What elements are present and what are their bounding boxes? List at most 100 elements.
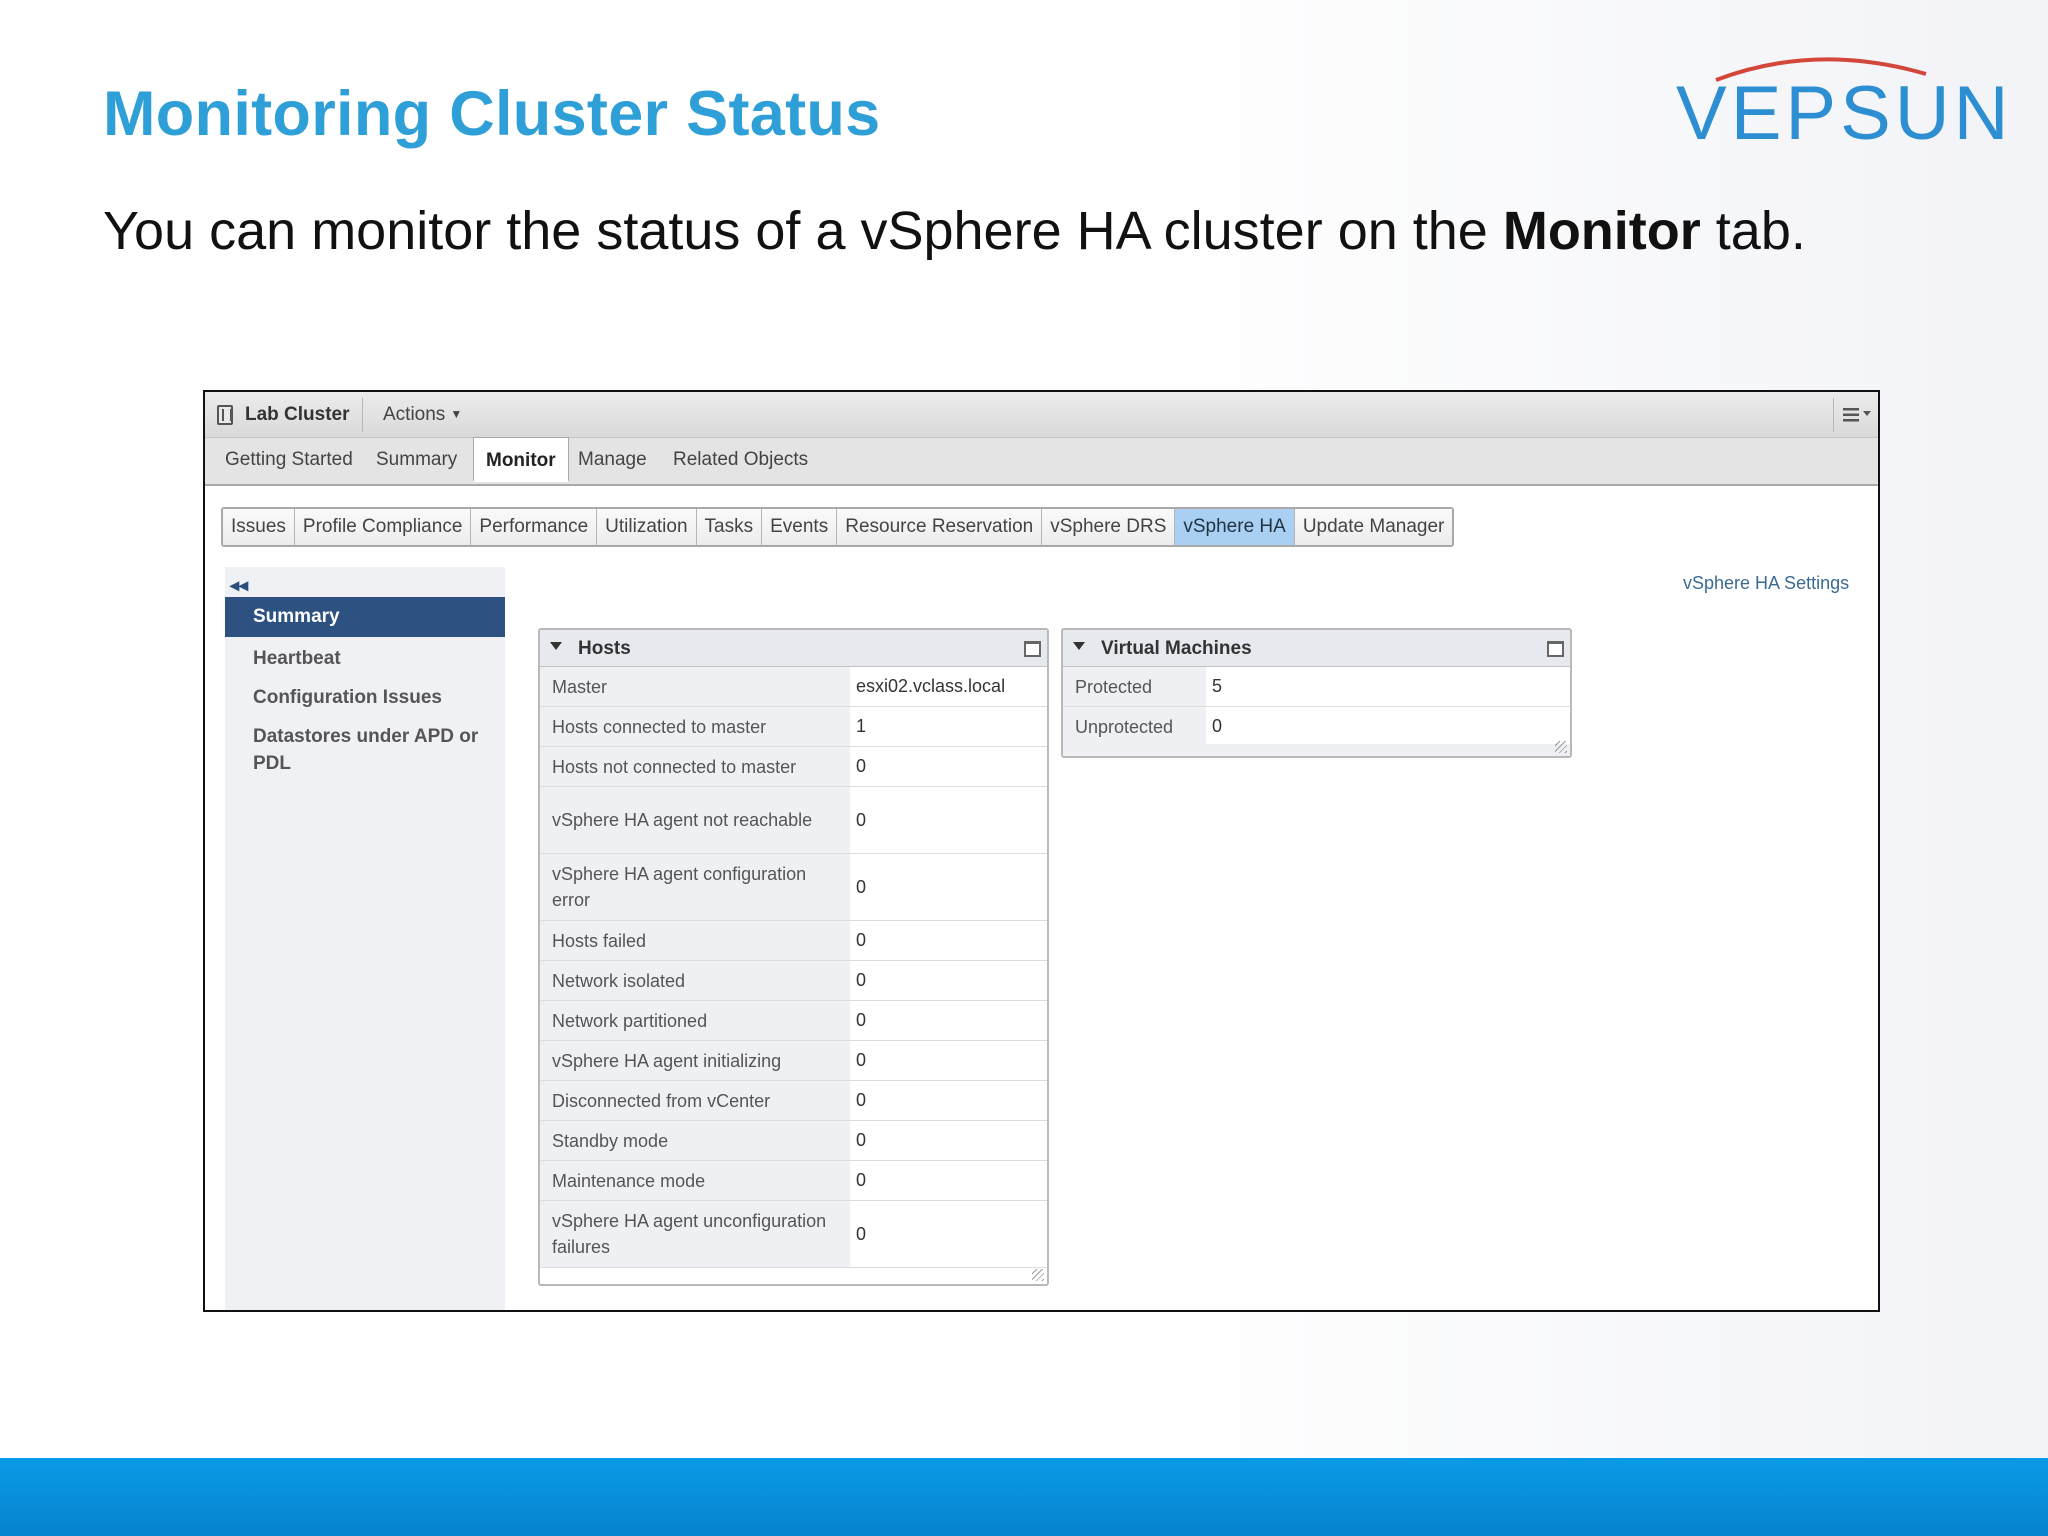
- row-label: vSphere HA agent initializing: [540, 1041, 850, 1080]
- footer-bar: [0, 1458, 2048, 1536]
- slide-title: Monitoring Cluster Status: [103, 79, 881, 149]
- vm-panel-header: Virtual Machines: [1063, 630, 1570, 667]
- hosts-panel: Hosts Master esxi02.vclass.local Hosts con…: [538, 628, 1049, 1286]
- tab-getting-started[interactable]: Getting Started: [225, 438, 353, 482]
- sidebar-item-summary[interactable]: Summary: [225, 597, 505, 637]
- subtitle-text: You can monitor the status of a vSphere …: [103, 201, 1503, 261]
- row-value: 0: [1212, 716, 1223, 736]
- maximize-icon[interactable]: [1024, 641, 1041, 657]
- row-label: vSphere HA agent not reachable: [540, 787, 850, 853]
- panel-footer: [1063, 744, 1570, 756]
- row-value: 0: [856, 756, 867, 776]
- row-label: Network partitioned: [540, 1001, 850, 1040]
- collapse-triangle-icon[interactable]: [1073, 642, 1085, 650]
- row-value: 5: [1212, 676, 1223, 696]
- subtab-profile-compliance[interactable]: Profile Compliance: [294, 509, 472, 545]
- row-label: Maintenance mode: [540, 1161, 850, 1200]
- row-label: Network isolated: [540, 961, 850, 1000]
- row-label: vSphere HA agent configuration error: [540, 854, 850, 920]
- sidebar-item-datastores-apd-pdl[interactable]: Datastores under APD or PDL: [225, 723, 485, 777]
- tab-manage[interactable]: Manage: [578, 438, 647, 482]
- subtab-utilization[interactable]: Utilization: [597, 509, 697, 545]
- row-value: 0: [856, 876, 867, 897]
- subtitle-bold: Monitor: [1502, 201, 1701, 261]
- table-row: vSphere HA agent initializing 0: [540, 1041, 1047, 1081]
- row-value: esxi02.vclass.local: [856, 676, 1006, 696]
- collapse-triangle-icon[interactable]: [550, 642, 562, 650]
- row-label: Unprotected: [1063, 707, 1206, 746]
- table-row: Network partitioned 0: [540, 1001, 1047, 1041]
- row-label: Hosts connected to master: [540, 707, 850, 746]
- vepsun-logo: VEPSUN: [1676, 48, 2009, 156]
- resize-grip-icon[interactable]: [1555, 741, 1567, 753]
- table-row: Hosts failed 0: [540, 921, 1047, 961]
- hosts-panel-header: Hosts: [540, 630, 1047, 667]
- row-value: 1: [856, 716, 867, 736]
- subtab-vsphere-drs[interactable]: vSphere DRS: [1042, 509, 1176, 545]
- cluster-name: Lab Cluster: [245, 404, 350, 425]
- ha-sidebar: ◂◂ Summary Heartbeat Configuration Issue…: [225, 567, 505, 1310]
- actions-menu-button[interactable]: Actions ▼: [383, 404, 462, 426]
- resize-grip-icon[interactable]: [1032, 1269, 1044, 1281]
- subtab-performance[interactable]: Performance: [471, 509, 598, 545]
- tab-summary[interactable]: Summary: [376, 438, 457, 482]
- row-value: 0: [856, 1223, 867, 1244]
- row-label: Master: [540, 667, 850, 706]
- subtab-resource-reservation[interactable]: Resource Reservation: [837, 509, 1043, 545]
- vsphere-screenshot: Lab Cluster Actions ▼ Getting Started Sum…: [203, 390, 1880, 1312]
- slide-subtitle: You can monitor the status of a vSphere …: [103, 200, 1806, 262]
- table-row: Network isolated 0: [540, 961, 1047, 1001]
- row-value: 0: [856, 1090, 867, 1110]
- list-menu-icon[interactable]: [1841, 406, 1873, 424]
- table-row: Hosts connected to master 1: [540, 707, 1047, 747]
- row-label: Standby mode: [540, 1121, 850, 1160]
- vm-panel-title: Virtual Machines: [1101, 638, 1252, 659]
- subtab-issues[interactable]: Issues: [223, 509, 295, 545]
- row-label: vSphere HA agent unconfiguration failure…: [540, 1201, 850, 1267]
- subtab-vsphere-ha[interactable]: vSphere HA: [1175, 509, 1295, 545]
- subtab-events[interactable]: Events: [762, 509, 838, 545]
- row-value: 0: [856, 930, 867, 950]
- row-label: Hosts failed: [540, 921, 850, 960]
- collapse-icon[interactable]: ◂◂: [230, 575, 248, 596]
- header-divider: [362, 398, 363, 432]
- subtab-tasks[interactable]: Tasks: [696, 509, 763, 545]
- row-value: 0: [856, 809, 867, 830]
- caret-down-icon: ▼: [450, 407, 463, 421]
- tab-monitor[interactable]: Monitor: [473, 437, 569, 482]
- actions-label: Actions: [383, 404, 446, 425]
- logo-text: VEPSUN: [1676, 71, 2013, 156]
- table-row: Master esxi02.vclass.local: [540, 667, 1047, 707]
- table-row: Protected 5: [1063, 667, 1570, 707]
- table-row: vSphere HA agent not reachable 0: [540, 787, 1047, 854]
- hosts-panel-title: Hosts: [578, 638, 631, 659]
- subtitle-text-end: tab.: [1700, 201, 1806, 261]
- row-value: 0: [856, 1130, 867, 1150]
- table-row: vSphere HA agent unconfiguration failure…: [540, 1201, 1047, 1268]
- row-value: 0: [856, 970, 867, 990]
- monitor-subtabs: Issues Profile Compliance Performance Ut…: [221, 507, 1455, 547]
- table-row: Standby mode 0: [540, 1121, 1047, 1161]
- tab-related-objects[interactable]: Related Objects: [673, 438, 808, 482]
- maximize-icon[interactable]: [1547, 641, 1564, 657]
- table-row: Hosts not connected to master 0: [540, 747, 1047, 787]
- row-value: 0: [856, 1010, 867, 1030]
- row-value: 0: [856, 1170, 867, 1190]
- object-header: Lab Cluster Actions ▼: [205, 392, 1878, 438]
- object-tabs: Getting Started Summary Monitor Manage R…: [205, 437, 1878, 486]
- row-value: 0: [856, 1050, 867, 1070]
- table-row: Unprotected 0: [1063, 707, 1570, 747]
- sidebar-item-configuration-issues[interactable]: Configuration Issues: [225, 684, 505, 711]
- virtual-machines-panel: Virtual Machines Protected 5 Unprotected 0: [1061, 628, 1572, 758]
- row-label: Hosts not connected to master: [540, 747, 850, 786]
- cluster-icon: [217, 405, 233, 425]
- row-label: Protected: [1063, 667, 1206, 706]
- subtab-update-manager[interactable]: Update Manager: [1294, 509, 1453, 545]
- vsphere-ha-settings-link[interactable]: vSphere HA Settings: [1683, 573, 1849, 594]
- row-label: Disconnected from vCenter: [540, 1081, 850, 1120]
- sidebar-item-heartbeat[interactable]: Heartbeat: [225, 645, 505, 672]
- table-row: vSphere HA agent configuration error 0: [540, 854, 1047, 921]
- header-divider-right: [1833, 398, 1834, 432]
- table-row: Disconnected from vCenter 0: [540, 1081, 1047, 1121]
- table-row: Maintenance mode 0: [540, 1161, 1047, 1201]
